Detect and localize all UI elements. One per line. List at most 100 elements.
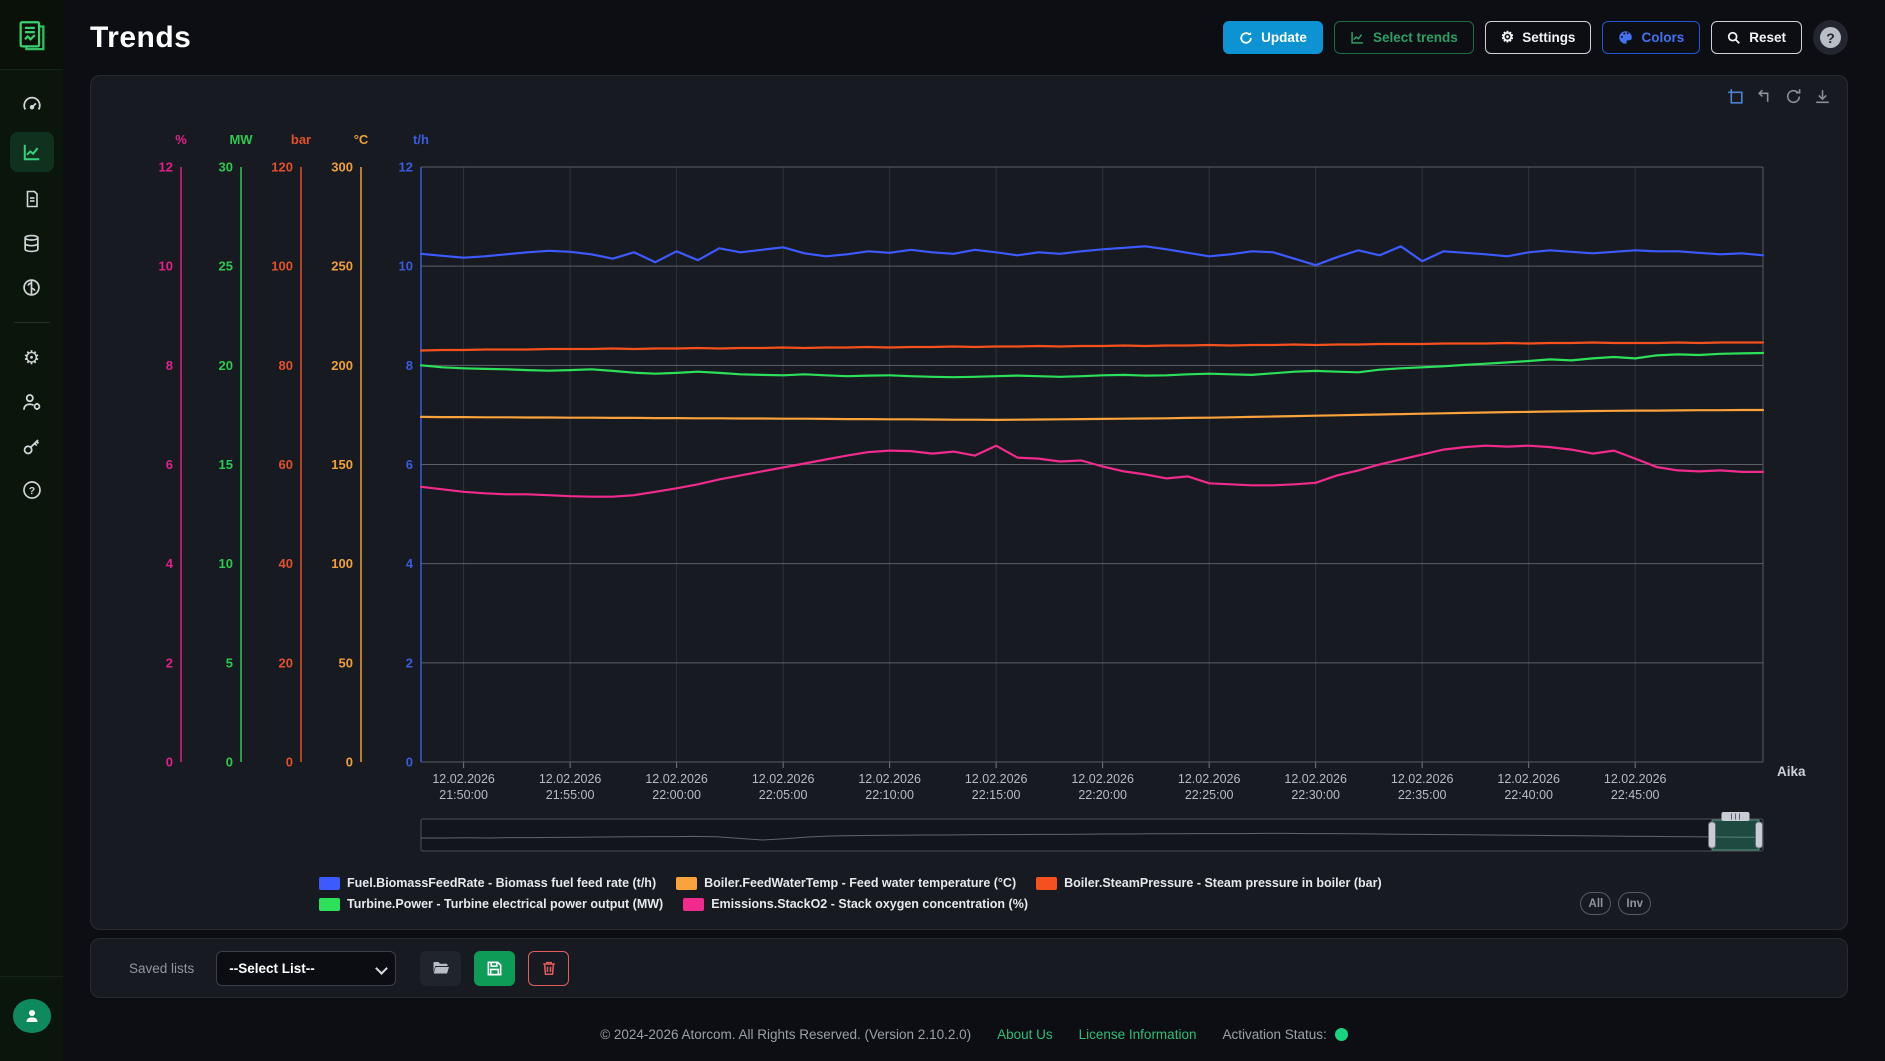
navigator[interactable]	[421, 819, 1763, 851]
sidebar-item-help[interactable]: ?	[10, 473, 54, 507]
svg-text:Aika: Aika	[1777, 764, 1806, 779]
legend-item[interactable]: Boiler.FeedWaterTemp - Feed water temper…	[676, 876, 1016, 890]
legend-all-button[interactable]: All	[1580, 892, 1611, 915]
open-list-button[interactable]	[420, 951, 461, 986]
svg-text:5: 5	[226, 655, 233, 670]
svg-text:12.02.2026: 12.02.2026	[1178, 772, 1241, 786]
svg-text:22:25:00: 22:25:00	[1185, 788, 1234, 802]
saved-lists-select[interactable]: --Select List--	[216, 951, 396, 986]
zoom-box-icon[interactable]	[1726, 86, 1746, 106]
navigator-right-handle[interactable]	[1755, 822, 1762, 848]
svg-text:0: 0	[226, 755, 233, 770]
document-icon	[23, 190, 41, 208]
svg-text:22:35:00: 22:35:00	[1398, 788, 1447, 802]
page-header: Trends Update Select trends ⚙ Settings	[63, 0, 1885, 75]
legend-label: Turbine.Power - Turbine electrical power…	[347, 897, 663, 911]
sidebar-item-trends[interactable]	[10, 132, 54, 172]
svg-text:12.02.2026: 12.02.2026	[645, 772, 708, 786]
save-list-button[interactable]	[474, 951, 515, 986]
legend-swatch	[676, 877, 697, 890]
restore-icon[interactable]	[1784, 86, 1804, 106]
sidebar-divider	[14, 322, 50, 323]
svg-text:20: 20	[219, 358, 233, 373]
saved-lists-label: Saved lists	[129, 961, 194, 976]
delete-list-button[interactable]	[528, 951, 569, 986]
svg-text:22:45:00: 22:45:00	[1611, 788, 1660, 802]
footer: © 2024-2026 Atorcom. All Rights Reserved…	[63, 1014, 1885, 1054]
sidebar-item-user-management[interactable]	[10, 385, 54, 419]
svg-text:60: 60	[279, 457, 293, 472]
navigator-left-handle[interactable]	[1709, 822, 1716, 848]
user-gear-icon	[22, 392, 42, 412]
legend-label: Boiler.FeedWaterTemp - Feed water temper…	[704, 876, 1016, 890]
svg-text:21:50:00: 21:50:00	[439, 788, 488, 802]
sidebar-item-settings[interactable]: ⚙	[10, 341, 54, 375]
trash-icon	[541, 960, 557, 976]
sidebar-item-data[interactable]	[10, 226, 54, 260]
help-button[interactable]: ?	[1813, 20, 1848, 55]
svg-text:12.02.2026: 12.02.2026	[1284, 772, 1347, 786]
reset-button[interactable]: Reset	[1711, 21, 1802, 54]
report-logo-icon	[15, 18, 49, 52]
settings-button[interactable]: ⚙ Settings	[1485, 21, 1592, 54]
svg-text:10: 10	[219, 556, 233, 571]
legend-item[interactable]: Emissions.StackO2 - Stack oxygen concent…	[683, 897, 1028, 911]
legend-swatch	[683, 898, 704, 911]
svg-text:0: 0	[346, 755, 353, 770]
svg-text:0: 0	[286, 755, 293, 770]
svg-text:12.02.2026: 12.02.2026	[965, 772, 1028, 786]
svg-text:25: 25	[219, 259, 233, 274]
magnifier-icon	[1727, 31, 1741, 45]
folder-open-icon	[432, 959, 450, 977]
sidebar-item-access[interactable]	[10, 429, 54, 463]
saved-lists-select-wrap: --Select List--	[216, 951, 396, 986]
refresh-icon	[1239, 31, 1253, 45]
zoom-back-icon[interactable]	[1755, 86, 1775, 106]
svg-text:6: 6	[166, 457, 173, 472]
navigator-window[interactable]	[1712, 820, 1759, 850]
svg-text:12.02.2026: 12.02.2026	[1604, 772, 1667, 786]
svg-text:4: 4	[166, 556, 174, 571]
svg-text:20: 20	[279, 655, 293, 670]
app-logo[interactable]	[0, 0, 63, 70]
sidebar-nav: ⚙ ?	[10, 88, 54, 507]
license-link[interactable]: License Information	[1079, 1027, 1197, 1042]
status-ok-dot	[1335, 1028, 1348, 1041]
trends-chart-panel: 12.02.202621:50:0012.02.202621:55:0012.0…	[90, 75, 1848, 930]
legend-label: Emissions.StackO2 - Stack oxygen concent…	[711, 897, 1028, 911]
page-title: Trends	[90, 21, 191, 55]
header-buttons: Update Select trends ⚙ Settings Colors	[1223, 20, 1848, 55]
sidebar-item-analytics[interactable]	[10, 270, 54, 304]
sidebar-item-reports[interactable]	[10, 182, 54, 216]
user-avatar[interactable]	[13, 999, 51, 1033]
help-icon: ?	[22, 480, 42, 500]
update-button[interactable]: Update	[1223, 21, 1323, 54]
svg-text:12.02.2026: 12.02.2026	[432, 772, 495, 786]
svg-text:200: 200	[331, 358, 353, 373]
gear-icon: ⚙	[23, 349, 40, 368]
question-icon: ?	[1820, 27, 1841, 48]
trends-chart[interactable]: 12.02.202621:50:0012.02.202621:55:0012.0…	[91, 76, 1849, 876]
about-us-link[interactable]: About Us	[997, 1027, 1053, 1042]
svg-text:22:05:00: 22:05:00	[759, 788, 808, 802]
legend-label: Boiler.SteamPressure - Steam pressure in…	[1064, 876, 1381, 890]
colors-button[interactable]: Colors	[1602, 21, 1700, 54]
palette-icon	[1618, 30, 1633, 45]
svg-text:15: 15	[219, 457, 233, 472]
legend-swatch	[1036, 877, 1057, 890]
legend-item[interactable]: Turbine.Power - Turbine electrical power…	[319, 897, 663, 911]
legend-item[interactable]: Fuel.BiomassFeedRate - Biomass fuel feed…	[319, 876, 656, 890]
brain-icon	[22, 278, 41, 297]
chart-line-icon	[22, 142, 42, 162]
select-trends-button[interactable]: Select trends	[1334, 21, 1474, 54]
sidebar-item-dashboard[interactable]	[10, 88, 54, 122]
svg-text:150: 150	[331, 457, 353, 472]
legend-item[interactable]: Boiler.SteamPressure - Steam pressure in…	[1036, 876, 1381, 890]
legend-invert-button[interactable]: Inv	[1618, 892, 1651, 915]
svg-text:300: 300	[331, 160, 353, 175]
download-icon[interactable]	[1813, 86, 1833, 106]
svg-text:12.02.2026: 12.02.2026	[858, 772, 921, 786]
gear-icon: ⚙	[1501, 30, 1514, 45]
legend-swatch	[319, 898, 340, 911]
copyright-text: © 2024-2026 Atorcom. All Rights Reserved…	[600, 1027, 971, 1042]
